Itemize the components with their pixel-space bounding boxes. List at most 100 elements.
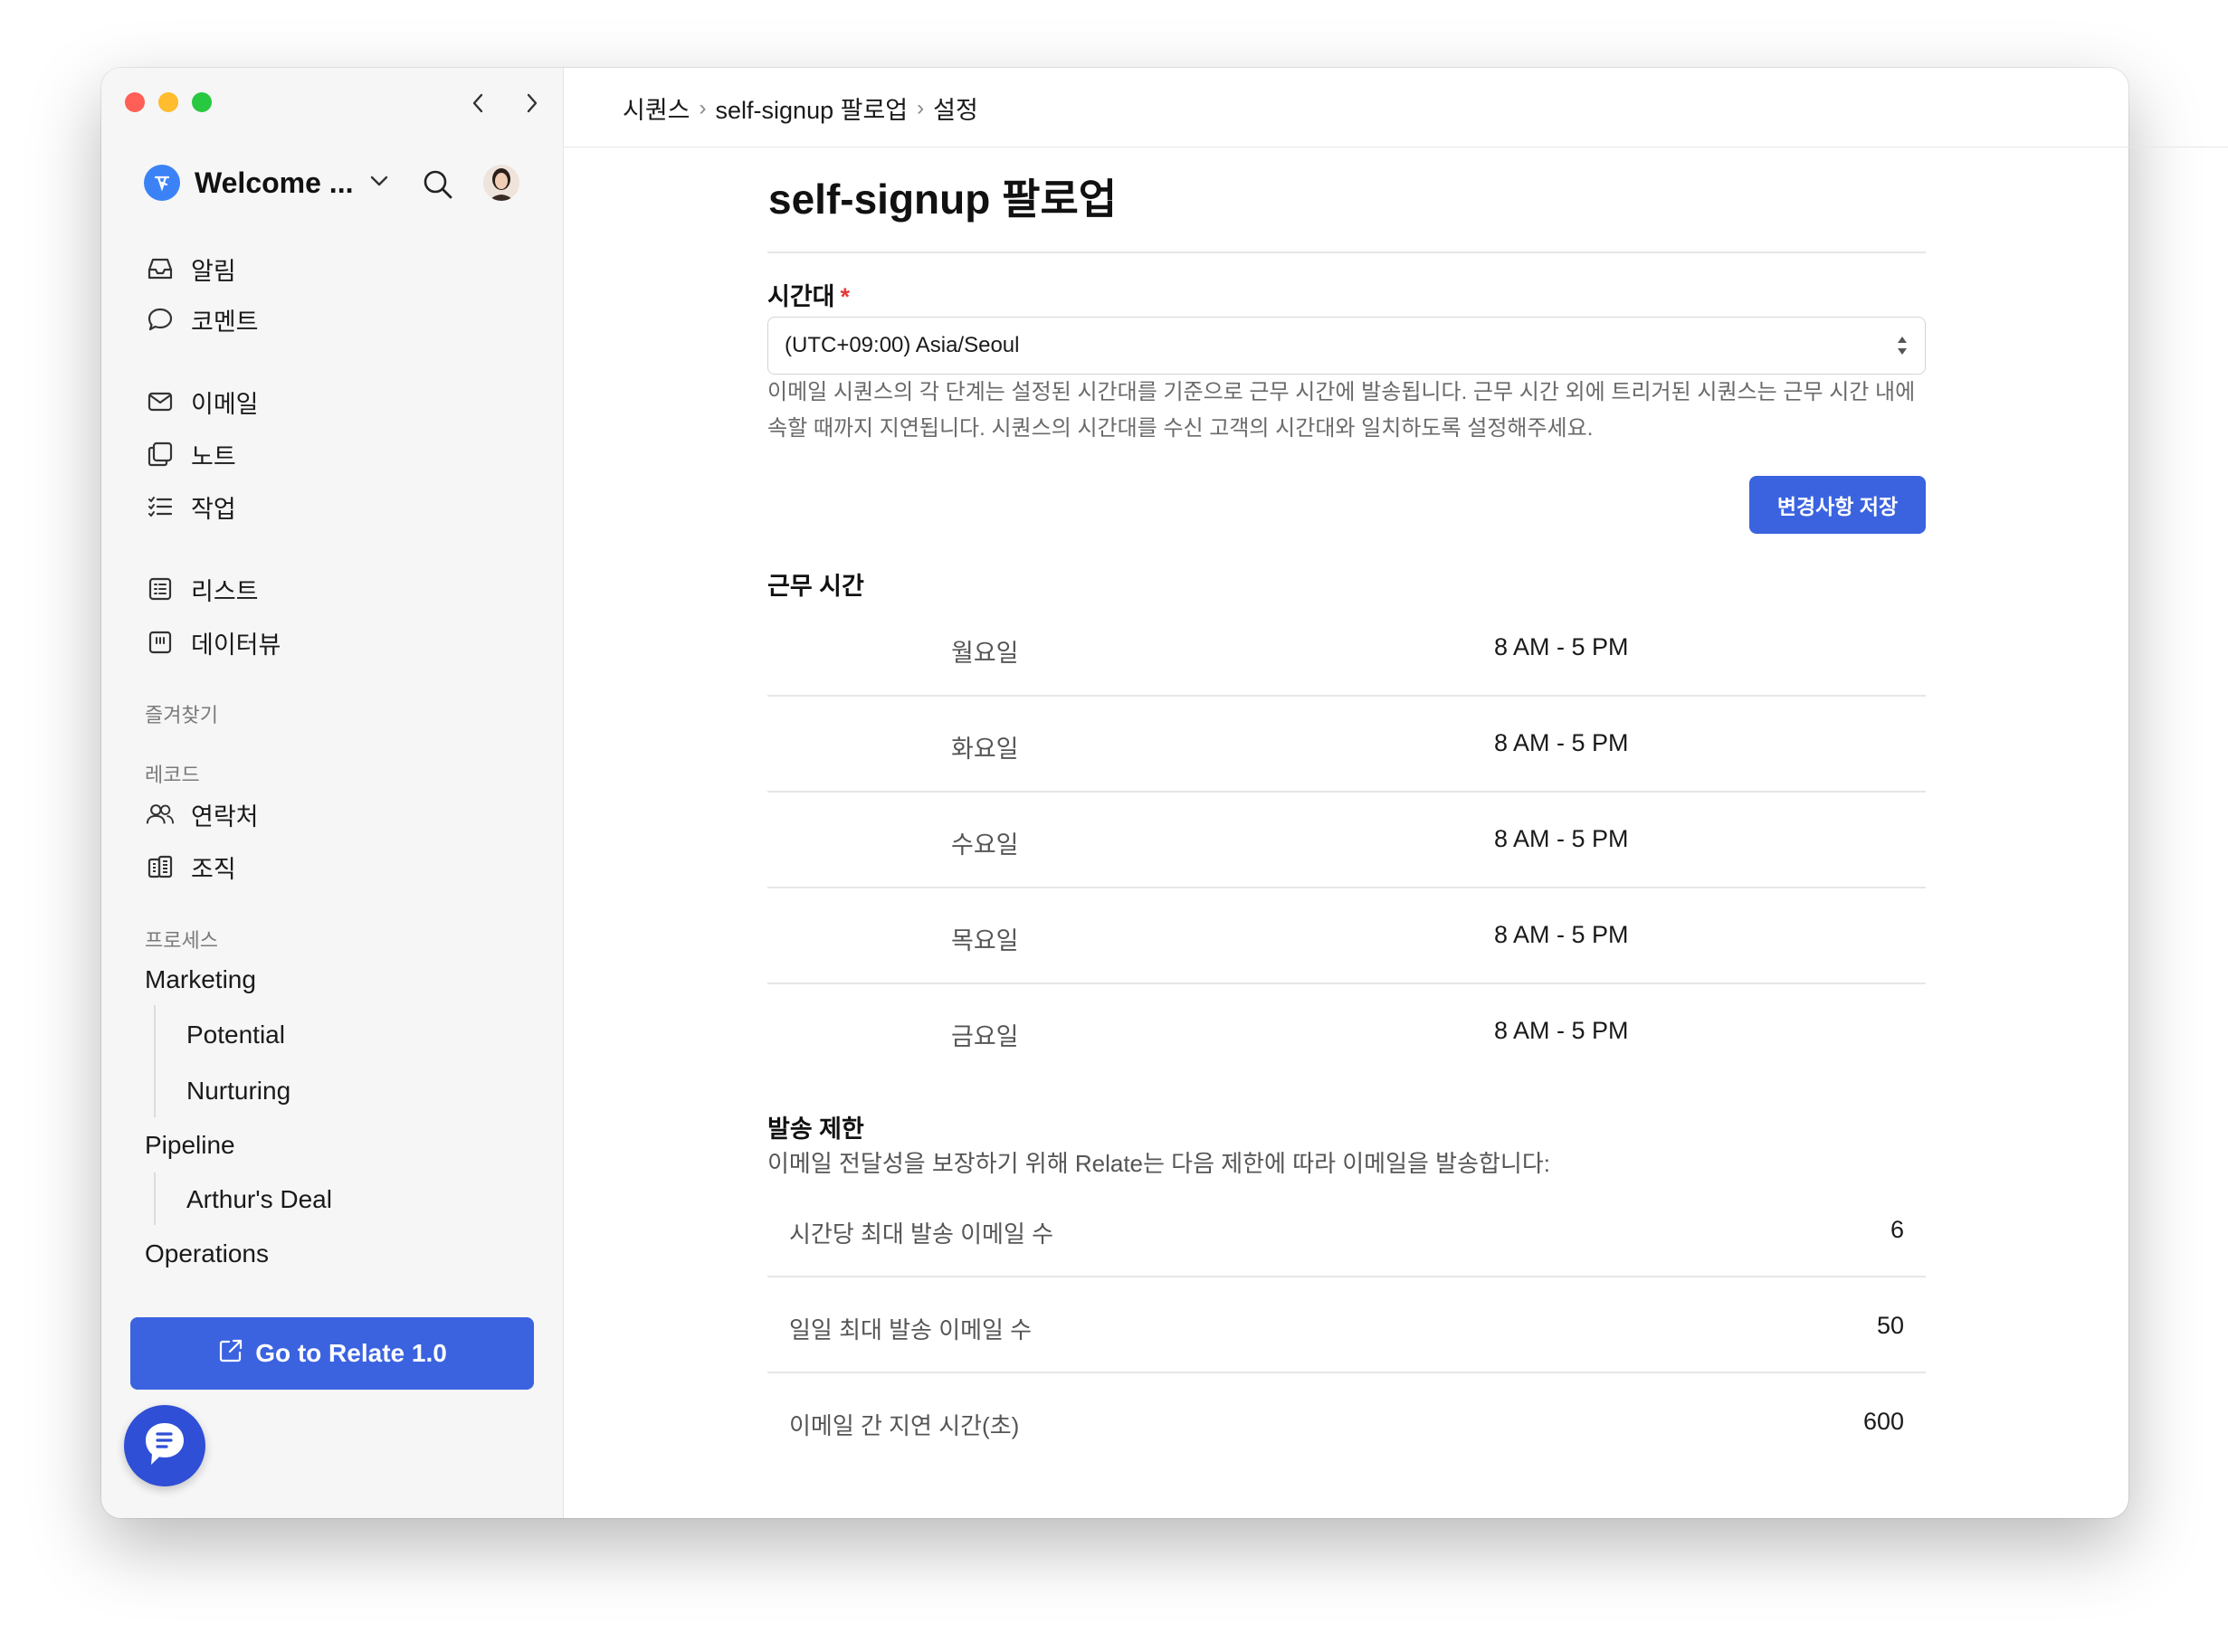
help-line: 속할 때까지 지연됩니다. 시퀀스의 시간대를 수신 고객의 시간대와 일치하도… [767,416,1594,441]
zoom-window-button[interactable] [192,92,212,112]
task-list-icon [146,492,175,521]
sidebar-item-dataview[interactable]: 데이터뷰 [146,624,281,660]
tree-line [154,1173,156,1225]
sidebar-item-notes[interactable]: 노트 [146,436,236,472]
mail-icon [146,387,175,416]
select-updown-icon [1896,334,1909,364]
weekday-label: 목요일 [951,927,1019,954]
sidebar-item-label: 코멘트 [191,308,259,336]
working-hours-row[interactable]: 월요일 8 AM - 5 PM [767,601,1926,697]
records-section-label: 레코드 [145,764,200,786]
go-to-relate-button[interactable]: Go to Relate 1.0 [130,1317,534,1390]
limit-label: 일일 최대 발송 이메일 수 [789,1316,1033,1343]
process-item-operations[interactable]: Operations [145,1239,269,1268]
forward-button[interactable] [521,90,543,116]
weekday-label: 화요일 [951,736,1019,763]
limit-value: 600 [1862,1408,1904,1435]
sidebar-item-label: 노트 [191,442,236,470]
sidebar-item-contacts[interactable]: 연락처 [146,796,259,832]
limit-row: 시간당 최대 발송 이메일 수 6 [767,1182,1926,1277]
sending-limits-title: 발송 제한 [767,1116,864,1143]
working-hours-row[interactable]: 목요일 8 AM - 5 PM [767,888,1926,984]
sidebar-item-comments[interactable]: 코멘트 [146,301,259,337]
limit-label: 시간당 최대 발송 이메일 수 [789,1220,1054,1248]
chevron-right-icon [527,93,538,113]
timezone-value: (UTC+09:00) Asia/Seoul [785,333,1020,357]
sidebar-item-organizations[interactable]: 조직 [146,849,236,885]
go-to-relate-label: Go to Relate 1.0 [255,1339,447,1367]
sidebar-item-label: 데이터뷰 [191,631,281,659]
limit-row: 일일 최대 발송 이메일 수 50 [767,1277,1926,1373]
weekday-label: 금요일 [951,1023,1019,1050]
note-icon [146,440,175,469]
timezone-help-text: 이메일 시퀀스의 각 단계는 설정된 시간대를 기준으로 근무 시간에 발송됩니… [767,375,1935,447]
workspace-logo-icon [144,165,180,201]
working-hours-row[interactable]: 화요일 8 AM - 5 PM [767,697,1926,793]
dataview-icon [146,628,175,657]
save-changes-button[interactable]: 변경사항 저장 [1749,476,1926,534]
contacts-icon [146,800,175,829]
organization-icon [146,852,175,881]
hours-value: 8 AM - 5 PM [1494,1017,1629,1044]
chevron-left-icon [472,93,483,113]
process-item-nurturing[interactable]: Nurturing [186,1077,290,1106]
history-nav [467,90,543,116]
inbox-icon [146,254,175,283]
sidebar-item-label: 알림 [191,257,236,285]
breadcrumb-separator-icon: › [917,95,925,120]
timezone-label: 시간대 * [767,277,850,312]
window-controls [125,92,212,112]
avatar[interactable] [483,165,519,201]
sidebar-item-tasks[interactable]: 작업 [146,489,236,525]
sending-limits-description: 이메일 전달성을 보장하기 위해 Relate는 다음 제한에 따라 이메일을 … [767,1150,1550,1177]
search-icon[interactable] [422,168,454,205]
breadcrumb-item: 설정 [933,97,978,124]
breadcrumb: 시퀀스 › self-signup 팔로업 › 설정 [623,90,978,126]
breadcrumb-item[interactable]: 시퀀스 [623,90,690,126]
sidebar-item-email[interactable]: 이메일 [146,384,259,420]
hours-value: 8 AM - 5 PM [1494,921,1629,948]
breadcrumb-item[interactable]: self-signup 팔로업 [716,90,909,126]
chat-support-button[interactable] [124,1405,205,1486]
help-line: 이메일 시퀀스의 각 단계는 설정된 시간대를 기준으로 근무 시간에 발송됩니… [767,380,1916,404]
close-window-button[interactable] [125,92,145,112]
sidebar-item-lists[interactable]: 리스트 [146,571,259,607]
page-title: self-signup 팔로업 [768,176,1118,223]
process-item-potential[interactable]: Potential [186,1021,285,1049]
process-item-arthurs-deal[interactable]: Arthur's Deal [186,1185,332,1214]
working-hours-row[interactable]: 금요일 8 AM - 5 PM [767,984,1926,1080]
weekday-label: 수요일 [951,831,1019,859]
sidebar-item-label: 연락처 [191,802,259,831]
workspace-switcher[interactable]: Welcome ... [144,165,389,201]
comment-icon [146,305,175,334]
limit-label: 이메일 간 지연 시간(초) [789,1412,1020,1439]
chevron-down-icon [369,175,389,192]
hours-value: 8 AM - 5 PM [1494,633,1629,660]
sidebar-item-label: 조직 [191,855,236,883]
hours-value: 8 AM - 5 PM [1494,825,1629,852]
sidebar-item-label: 이메일 [191,390,259,418]
sidebar-item-label: 작업 [191,495,236,523]
sidebar-item-label: 리스트 [191,577,259,605]
limit-row: 이메일 간 지연 시간(초) 600 [767,1373,1926,1469]
process-section-label: 프로세스 [145,929,218,952]
weekday-label: 월요일 [951,640,1019,667]
back-button[interactable] [467,90,489,116]
chat-bubble-icon [142,1419,187,1473]
minimize-window-button[interactable] [158,92,178,112]
hours-value: 8 AM - 5 PM [1494,729,1629,756]
working-hours-title: 근무 시간 [767,573,864,600]
process-item-pipeline[interactable]: Pipeline [145,1131,235,1160]
workspace-name: Welcome ... [195,166,354,199]
tree-line [154,1005,156,1117]
list-icon [146,574,175,603]
sidebar-item-notifications[interactable]: 알림 [146,251,236,287]
working-hours-row[interactable]: 수요일 8 AM - 5 PM [767,793,1926,888]
timezone-label-text: 시간대 [767,283,835,310]
favorites-section-label: 즐겨찾기 [145,704,218,726]
limit-value: 50 [1876,1312,1904,1339]
required-mark: * [840,283,851,310]
title-divider [767,252,1926,253]
process-item-marketing[interactable]: Marketing [145,965,256,994]
timezone-select[interactable]: (UTC+09:00) Asia/Seoul [767,317,1926,375]
